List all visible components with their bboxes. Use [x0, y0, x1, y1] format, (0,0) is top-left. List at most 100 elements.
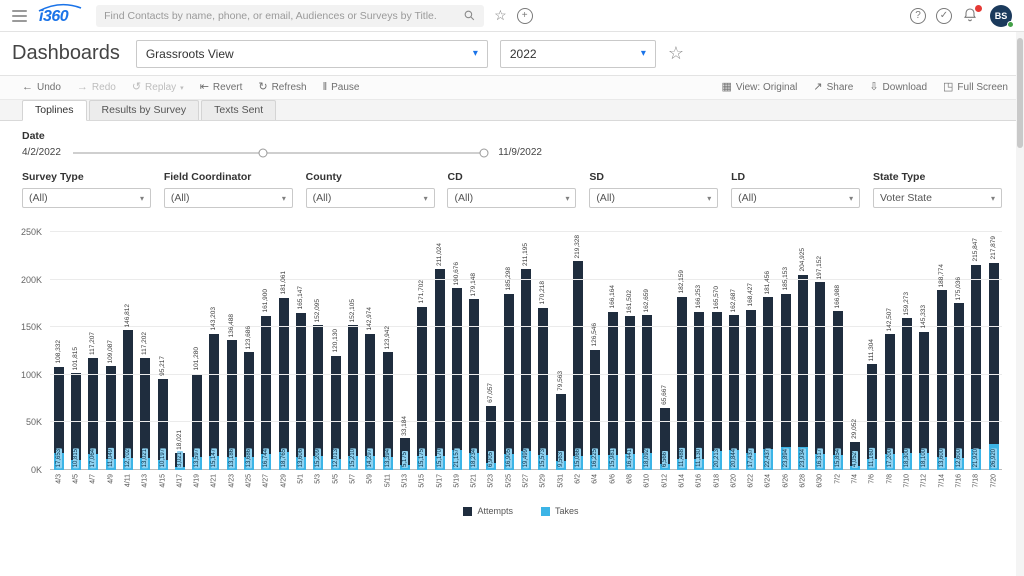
download-button[interactable]: ⇩ Download [869, 82, 927, 93]
bar-group[interactable]: 142,50717,2007/8 [881, 232, 898, 470]
search-bar[interactable] [96, 5, 484, 27]
pause-button[interactable]: ‖ Pause [323, 82, 360, 93]
attempts-bar[interactable] [521, 269, 531, 470]
bar-group[interactable]: 179,14818,2345/21 [466, 232, 483, 470]
attempts-bar[interactable] [642, 315, 652, 470]
bar-group[interactable]: 185,29816,9055/25 [500, 232, 517, 470]
tab-texts-sent[interactable]: Texts Sent [201, 100, 276, 120]
redo-button[interactable]: → Redo [77, 82, 116, 93]
bar-group[interactable]: 190,67621,1575/19 [448, 232, 465, 470]
bar-group[interactable]: 142,97414,2975/9 [362, 232, 379, 470]
bar-group[interactable]: 161,50216,4416/8 [621, 232, 638, 470]
search-icon[interactable] [463, 9, 476, 22]
bar-group[interactable]: 165,14713,6065/1 [292, 232, 309, 470]
bar-group[interactable]: 79,5639,5635/31 [552, 232, 569, 470]
bar-group[interactable]: 143,20315,1474/21 [206, 232, 223, 470]
survey-type-select[interactable]: (All) ▾ [22, 188, 151, 208]
share-button[interactable]: ↗ Share [813, 82, 853, 93]
bar-group[interactable]: 211,19519,4995/27 [517, 232, 534, 470]
attempts-bar[interactable] [677, 297, 687, 470]
attempts-bar[interactable] [954, 303, 964, 470]
bar-group[interactable]: 65,6676,5666/12 [656, 232, 673, 470]
attempts-bar[interactable] [694, 312, 704, 470]
scrollbar-thumb[interactable] [1017, 38, 1023, 148]
add-icon[interactable]: + [517, 8, 533, 24]
bar-group[interactable]: 123,94213,3945/11 [379, 232, 396, 470]
year-select[interactable]: 2022 ▾ [500, 40, 656, 68]
search-input[interactable] [104, 10, 463, 22]
tab-toplines[interactable]: Toplines [22, 100, 87, 121]
bar-group[interactable]: 109,08711,0494/9 [102, 232, 119, 470]
cd-select[interactable]: (All) ▾ [447, 188, 576, 208]
attempts-bar[interactable] [296, 313, 306, 470]
attempts-bar[interactable] [833, 311, 843, 470]
bar-group[interactable]: 168,42717,4376/22 [743, 232, 760, 470]
field-coordinator-select[interactable]: (All) ▾ [164, 188, 293, 208]
attempts-bar[interactable] [261, 316, 271, 470]
dashboard-select[interactable]: Grassroots View ▾ [136, 40, 488, 68]
bar-group[interactable]: 165,57020,2136/18 [708, 232, 725, 470]
replay-button[interactable]: ↺ Replay ▾ [132, 82, 184, 93]
attempts-bar[interactable] [989, 263, 999, 470]
attempts-bar[interactable] [712, 312, 722, 470]
legend-item-takes[interactable]: Takes [541, 506, 579, 516]
favorite-dashboard-icon[interactable]: ☆ [668, 43, 684, 64]
bar-group[interactable]: 162,65918,0926/10 [639, 232, 656, 470]
bar-group[interactable]: 117,20213,0214/13 [137, 232, 154, 470]
refresh-button[interactable]: ↻ Refresh [258, 82, 306, 93]
full-screen-button[interactable]: ◳ Full Screen [943, 82, 1008, 93]
attempts-bar[interactable] [781, 294, 791, 470]
window-scrollbar[interactable] [1016, 32, 1024, 576]
bar-group[interactable]: 29,0524,0527/4 [846, 232, 863, 470]
slider-track[interactable] [73, 152, 486, 154]
sd-select[interactable]: (All) ▾ [589, 188, 718, 208]
attempts-bar[interactable] [625, 316, 635, 470]
attempts-bar[interactable] [469, 299, 479, 470]
attempts-bar[interactable] [746, 310, 756, 470]
bar-group[interactable]: 217,87926,9207/20 [985, 232, 1002, 470]
bar-group[interactable]: 181,45622,4376/24 [760, 232, 777, 470]
attempts-bar[interactable] [608, 312, 618, 470]
help-icon[interactable]: ? [910, 8, 926, 24]
bar-group[interactable]: 166,25311,1306/16 [691, 232, 708, 470]
favorite-star-icon[interactable]: ☆ [494, 7, 507, 24]
tab-results-by-survey[interactable]: Results by Survey [89, 100, 200, 120]
bar-group[interactable]: 136,48813,1864/23 [223, 232, 240, 470]
check-icon[interactable]: ✓ [936, 8, 952, 24]
slider-handle-end[interactable] [480, 148, 489, 157]
slider-handle-start[interactable] [259, 148, 268, 157]
bar-group[interactable]: 166,98815,8547/2 [829, 232, 846, 470]
bar-group[interactable]: 161,90016,7444/27 [258, 232, 275, 470]
bar-group[interactable]: 146,81212,7024/11 [119, 232, 136, 470]
bar-group[interactable]: 18,0213,0214/17 [171, 232, 188, 470]
bar-group[interactable]: 111,30411,1607/6 [864, 232, 881, 470]
bar-group[interactable]: 170,21815,5735/29 [535, 232, 552, 470]
bar-group[interactable]: 95,21710,1974/15 [154, 232, 171, 470]
bar-group[interactable]: 166,16415,9816/6 [604, 232, 621, 470]
bar-group[interactable]: 67,0576,9055/23 [483, 232, 500, 470]
bar-group[interactable]: 188,77413,6007/14 [933, 232, 950, 470]
bar-group[interactable]: 162,68720,8446/20 [725, 232, 742, 470]
bar-group[interactable]: 181,06118,7654/29 [275, 232, 292, 470]
bar-group[interactable]: 101,81510,8154/5 [67, 232, 84, 470]
bar-group[interactable]: 185,15323,8946/26 [777, 232, 794, 470]
revert-button[interactable]: ⇤ Revert [200, 82, 243, 93]
attempts-bar[interactable] [815, 282, 825, 470]
attempts-bar[interactable] [937, 290, 947, 470]
attempts-bar[interactable] [504, 294, 514, 470]
bar-group[interactable]: 123,68613,6864/25 [240, 232, 257, 470]
view-original-button[interactable]: ▦ View: Original [721, 82, 797, 93]
county-select[interactable]: (All) ▾ [306, 188, 435, 208]
attempts-bar[interactable] [279, 298, 289, 470]
bar-group[interactable]: 120,13012,0135/5 [327, 232, 344, 470]
state-type-select[interactable]: Voter State ▾ [873, 188, 1002, 208]
bar-group[interactable]: 117,20717,0644/7 [85, 232, 102, 470]
attempts-bar[interactable] [971, 265, 981, 470]
bar-group[interactable]: 159,27318,3007/10 [898, 232, 915, 470]
attempts-bar[interactable] [902, 318, 912, 470]
notifications-bell-icon[interactable] [962, 7, 980, 25]
bar-group[interactable]: 126,54616,2256/4 [587, 232, 604, 470]
attempts-bar[interactable] [729, 315, 739, 470]
attempts-bar[interactable] [538, 308, 548, 470]
logo[interactable]: i360 [37, 6, 76, 26]
